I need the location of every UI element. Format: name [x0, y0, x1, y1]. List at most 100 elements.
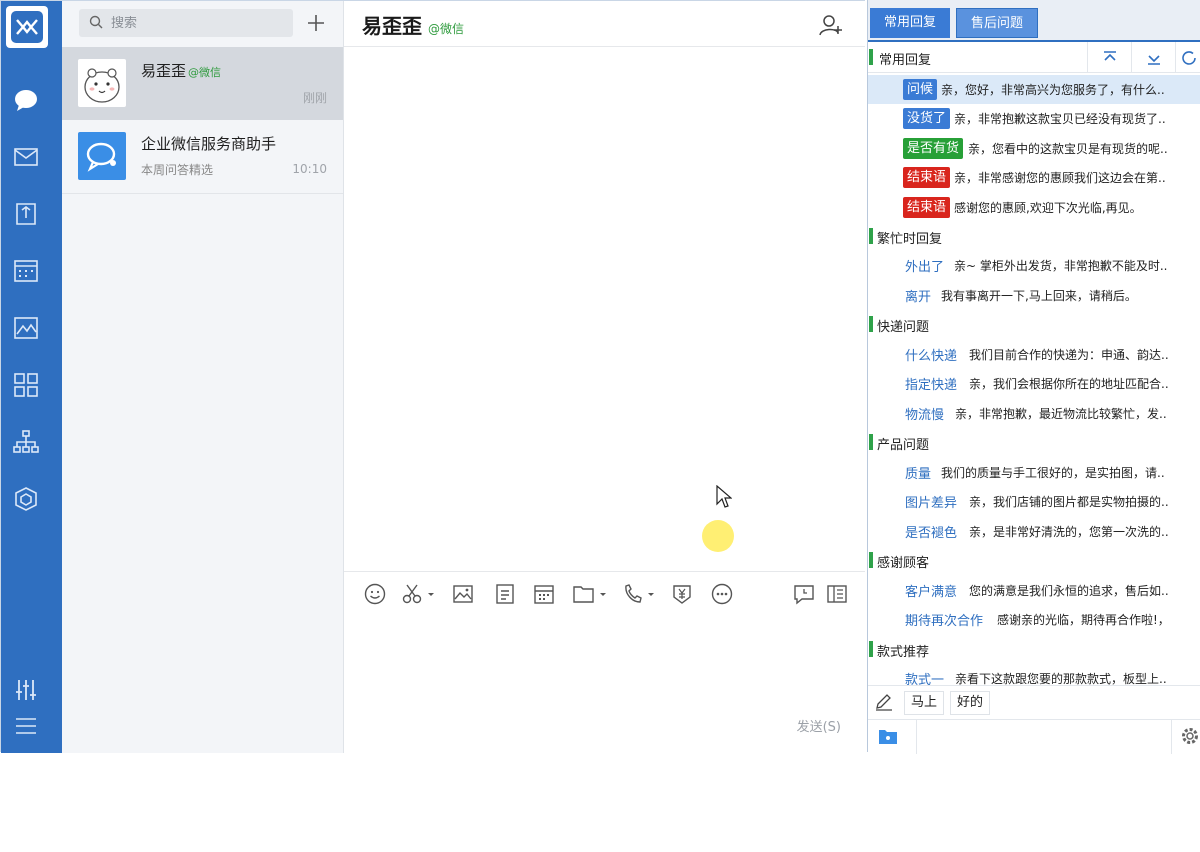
reply-item[interactable]: 是否褪色 亲，是非常好清洗的，您第一次洗的..: [868, 517, 1200, 546]
tab-common-replies[interactable]: 常用回复: [870, 8, 951, 38]
payment-icon[interactable]: [671, 583, 693, 605]
reply-item[interactable]: 客户满意 您的满意是我们永恒的追求，售后如..: [868, 576, 1200, 605]
reply-tag: 问候: [903, 79, 938, 100]
reply-key: 期待再次合作: [905, 614, 984, 629]
settings-sliders-icon[interactable]: [12, 676, 40, 704]
chat-source-label: @微信: [428, 22, 465, 36]
group-marker: [869, 316, 873, 332]
reply-item[interactable]: 款式一 亲看下这款跟您要的那款款式，板型上..: [868, 664, 1200, 685]
reply-key: 指定快递: [905, 378, 958, 393]
search-input[interactable]: [111, 15, 281, 31]
cursor-highlight: [702, 520, 734, 552]
reply-item[interactable]: 什么快递 我们目前合作的快递为：申通、韵达..: [868, 340, 1200, 369]
contact-name: 易歪歪: [141, 62, 187, 80]
tab-after-sales[interactable]: 售后问题: [956, 8, 1039, 38]
message-input[interactable]: [344, 613, 865, 709]
group-title: 款式推荐: [877, 645, 930, 660]
reply-item[interactable]: 图片差异 亲，我们店铺的图片都是实物拍摄的..: [868, 487, 1200, 516]
menu-icon[interactable]: [12, 712, 40, 740]
assistant-avatar: [78, 132, 126, 180]
reply-key: 离开: [905, 290, 932, 305]
reply-item[interactable]: 外出了 亲~ 掌柜外出发货，非常抱歉不能及时..: [868, 251, 1200, 280]
reply-item[interactable]: 期待再次合作 感谢亲的光临，期待再合作啦!，: [868, 605, 1200, 634]
move-top-icon[interactable]: [1087, 42, 1131, 73]
mouse-pointer-icon: [716, 485, 732, 508]
chat-history-icon[interactable]: [793, 583, 815, 605]
reply-item[interactable]: 质量 我们的质量与手工很好的，是实拍图，请..: [868, 458, 1200, 487]
nav-rail: [1, 1, 62, 753]
reply-key: 图片差异: [905, 496, 958, 511]
message-editor[interactable]: 发送(S): [344, 613, 865, 753]
reply-key: 客户满意: [905, 585, 958, 600]
reply-group[interactable]: 繁忙时回复: [868, 222, 1200, 251]
add-button[interactable]: [302, 9, 330, 37]
calendar-icon[interactable]: [12, 257, 40, 285]
more-icon[interactable]: [711, 583, 733, 605]
reply-key: 物流慢: [905, 408, 945, 423]
chat-panel: 易歪歪 @微信 发送(S): [344, 1, 865, 753]
edit-icon[interactable]: [874, 692, 896, 714]
reply-item[interactable]: 是否有货 亲，您看中的这款宝贝是有现货的呢..: [868, 134, 1200, 163]
quick-reply-panel: 常用回复 售后问题 常用回复 问候 亲，您好，非常高兴为您服务了，有什么.. 没…: [867, 0, 1200, 754]
emoji-icon[interactable]: [364, 583, 386, 605]
source-label: @微信: [188, 66, 222, 79]
conversation-item[interactable]: 企业微信服务商助手 本周问答精选 10:10: [62, 120, 343, 193]
org-icon[interactable]: [12, 428, 40, 456]
reply-key: 是否褪色: [905, 526, 958, 541]
reply-item[interactable]: 指定快递 亲，我们会根据你所在的地址匹配合..: [868, 369, 1200, 398]
reply-text: 我们的质量与手工很好的，是实拍图，请..: [941, 466, 1165, 480]
mail-icon[interactable]: [12, 143, 40, 171]
chat-icon[interactable]: [12, 86, 40, 114]
move-bottom-icon[interactable]: [1131, 42, 1175, 73]
reply-text: 我们目前合作的快递为：申通、韵达..: [969, 348, 1169, 362]
document-icon[interactable]: [494, 583, 516, 605]
phone-icon[interactable]: [622, 583, 658, 605]
reply-item[interactable]: 问候 亲，您好，非常高兴为您服务了，有什么..: [868, 75, 1200, 104]
reply-text: 亲，我们会根据你所在的地址匹配合..: [969, 377, 1169, 391]
conversation-preview: 本周问答精选: [141, 163, 214, 177]
add-member-icon[interactable]: [819, 13, 843, 37]
screenshot-icon[interactable]: [402, 583, 434, 605]
group-marker: [869, 641, 873, 657]
quick-phrase-button[interactable]: 好的: [950, 691, 991, 715]
reply-item[interactable]: 没货了 亲，非常抱歉这款宝贝已经没有现货了..: [868, 104, 1200, 133]
reply-group[interactable]: 快递问题: [868, 310, 1200, 339]
panel-bottom-bar: [868, 719, 1200, 754]
search-box[interactable]: [79, 9, 293, 37]
conversation-item[interactable]: 易歪歪 @微信 刚刚: [62, 47, 343, 120]
reply-item[interactable]: 结束语 感谢您的惠顾,欢迎下次光临,再见。: [868, 193, 1200, 222]
document-icon[interactable]: [12, 200, 40, 228]
chat-contact-name: 易歪歪: [362, 14, 422, 38]
reply-item[interactable]: 结束语 亲，非常感谢您的惠顾我们这边会在第..: [868, 163, 1200, 192]
reply-item[interactable]: 离开 我有事离开一下,马上回来，请稍后。: [868, 281, 1200, 310]
refresh-icon[interactable]: [1175, 42, 1200, 73]
group-marker: [869, 49, 873, 65]
folder-icon[interactable]: [878, 727, 898, 745]
reply-key: 什么快递: [905, 349, 958, 364]
reply-group[interactable]: 感谢顾客: [868, 546, 1200, 575]
apps-icon[interactable]: [12, 371, 40, 399]
reply-text: 您的满意是我们永恒的追求，售后如..: [969, 584, 1169, 598]
reply-text: 亲~ 掌柜外出发货，非常抱歉不能及时..: [954, 259, 1168, 273]
side-panel-icon[interactable]: [826, 583, 848, 605]
panel-tabs: 常用回复 售后问题: [868, 0, 1200, 42]
quick-phrase-button[interactable]: 马上: [904, 691, 945, 715]
reply-item[interactable]: 物流慢 亲，非常抱歉，最近物流比较繁忙，发..: [868, 399, 1200, 428]
reply-text: 亲，是非常好清洗的，您第一次洗的..: [969, 525, 1169, 539]
panel-header: 常用回复: [868, 42, 1200, 73]
chart-icon[interactable]: [12, 314, 40, 342]
reply-group[interactable]: 产品问题: [868, 428, 1200, 457]
divider: [916, 720, 917, 754]
gear-icon[interactable]: [1179, 725, 1200, 747]
reply-text: 亲，非常抱歉，最近物流比较繁忙，发..: [955, 407, 1167, 421]
image-icon[interactable]: [452, 583, 474, 605]
search-icon: [89, 14, 103, 33]
group-marker: [869, 552, 873, 568]
package-icon[interactable]: [12, 485, 40, 513]
calendar-icon[interactable]: [533, 583, 555, 605]
folder-icon[interactable]: [572, 583, 608, 605]
conversation-time: 10:10: [292, 162, 327, 176]
send-button[interactable]: 发送(S): [797, 716, 841, 735]
conversation-name: 易歪歪 @微信: [141, 60, 221, 81]
reply-group[interactable]: 款式推荐: [868, 635, 1200, 664]
